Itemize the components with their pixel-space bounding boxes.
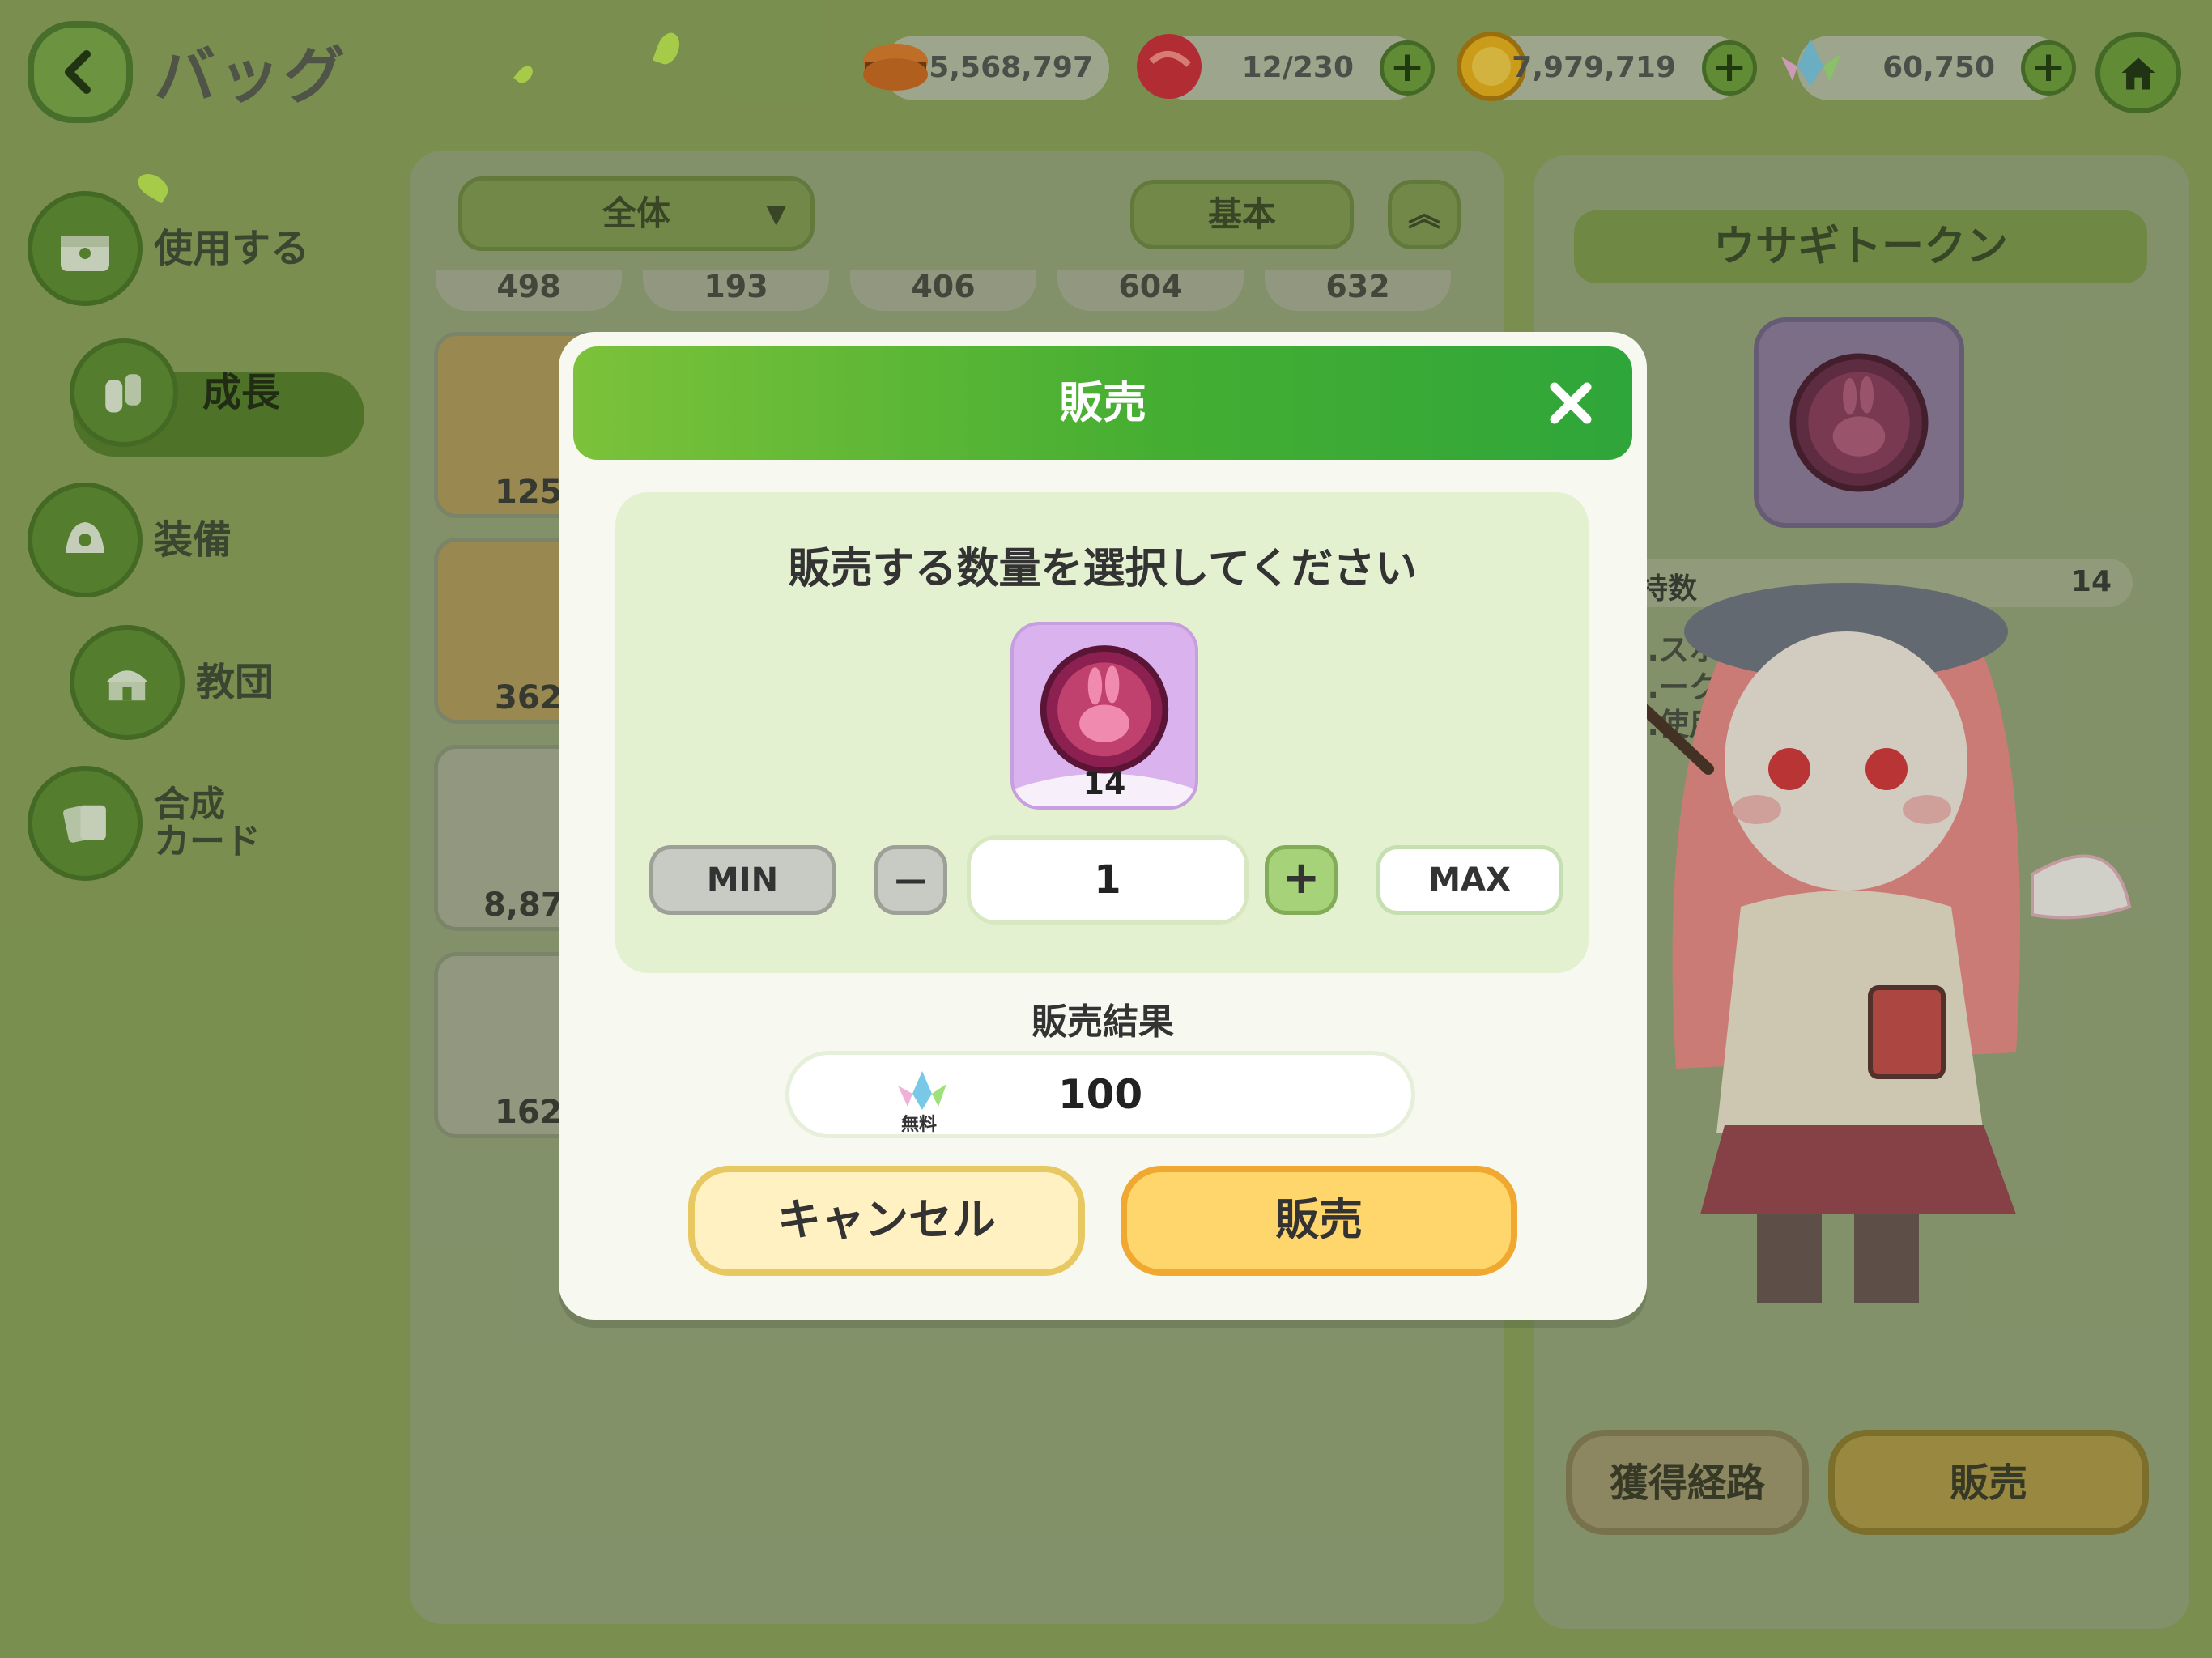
- currency-value: 12/230: [1241, 51, 1354, 84]
- close-icon[interactable]: [1546, 379, 1595, 427]
- candy-icon: [1137, 34, 1202, 99]
- result-label: 販売結果: [1032, 1001, 1174, 1043]
- filter-dropdown[interactable]: 全体 ▼: [458, 176, 815, 251]
- min-button[interactable]: MIN: [649, 845, 836, 915]
- currency-crystal: 60,750 +: [1781, 36, 2076, 100]
- item-count: 362: [495, 679, 563, 716]
- chevron-up-icon: ︽: [1408, 196, 1440, 233]
- minus-icon: —: [895, 861, 927, 899]
- add-crystal-button[interactable]: +: [2021, 40, 2076, 96]
- currency-value: 5,568,797: [929, 51, 1093, 84]
- costume-icon: [28, 483, 143, 597]
- card-icon: [28, 766, 143, 881]
- acquire-route-button[interactable]: 獲得経路: [1566, 1430, 1809, 1535]
- sidebar-item-label: 装備: [154, 517, 232, 563]
- sidebar-item-cult[interactable]: 教団: [70, 625, 274, 740]
- leaf-decoration: [513, 62, 536, 87]
- item-count-cell: 498: [436, 270, 622, 311]
- sell-button[interactable]: 販売: [1121, 1166, 1517, 1276]
- dialog-title: 販売: [1059, 377, 1146, 428]
- item-tile: 14: [1010, 622, 1198, 810]
- sort-label: 基本: [1207, 194, 1276, 234]
- detail-item-icon: [1754, 317, 1964, 528]
- back-button[interactable]: [28, 21, 133, 123]
- dialog-header: 販売: [573, 346, 1632, 460]
- sort-order-button[interactable]: ︽: [1388, 180, 1461, 249]
- detail-sell-button[interactable]: 販売: [1828, 1430, 2149, 1535]
- mascot-character: [1579, 583, 2132, 1303]
- leaf-decoration: [652, 29, 684, 68]
- result-value: 100: [1057, 1071, 1143, 1118]
- currency-value: 60,750: [1882, 51, 1995, 84]
- increment-button[interactable]: +: [1265, 845, 1338, 915]
- item-tile-count: 14: [1083, 766, 1126, 801]
- decrement-button[interactable]: —: [874, 845, 947, 915]
- item-count: 8,87: [483, 886, 564, 924]
- potion-icon: [70, 338, 178, 447]
- item-count-cell: 632: [1265, 270, 1451, 311]
- sidebar-item-label: 使用する: [154, 226, 310, 271]
- currency-cookie: 5,568,797: [863, 36, 1109, 100]
- sell-dialog: 販売 販売する数量を選択してください 14 MIN — 1 + MAX 販売結果…: [559, 332, 1647, 1320]
- currency-candy: 12/230 +: [1137, 34, 1435, 100]
- crystal-icon: [1781, 39, 1841, 86]
- sidebar-item-label: 教団: [196, 660, 274, 705]
- rabbit-token-icon: [1789, 353, 1929, 492]
- item-count-cell: 193: [643, 270, 829, 311]
- plus-icon: +: [1282, 852, 1321, 904]
- detail-title: ウサギトークン: [1574, 210, 2147, 283]
- item-count-cell: 604: [1057, 270, 1244, 311]
- sidebar-item-synthesis-card[interactable]: 合成 カード: [28, 766, 261, 881]
- chest-icon: [28, 191, 143, 306]
- home-icon: [2121, 57, 2155, 90]
- home-button[interactable]: [2095, 32, 2181, 113]
- cookie-icon: [863, 44, 928, 91]
- add-gold-button[interactable]: +: [1702, 40, 1757, 96]
- cancel-button[interactable]: キャンセル: [688, 1166, 1085, 1276]
- sidebar-item-label: 合成 カード: [154, 784, 261, 862]
- temple-icon: [70, 625, 185, 740]
- sort-button[interactable]: 基本: [1130, 180, 1354, 249]
- chevron-left-icon: [65, 50, 91, 94]
- sidebar-item-use[interactable]: 使用する: [28, 191, 309, 306]
- quantity-prompt: 販売する数量を選択してください: [788, 545, 1418, 593]
- item-count-cell: 406: [850, 270, 1036, 311]
- filter-label: 全体: [602, 193, 670, 233]
- quantity-input[interactable]: 1: [967, 835, 1249, 925]
- sidebar-item-label: 成長: [202, 370, 281, 415]
- currency-gold: 7,979,719 +: [1457, 32, 1757, 101]
- max-button[interactable]: MAX: [1376, 845, 1563, 915]
- sidebar-item-equip[interactable]: 装備: [28, 483, 232, 597]
- item-count: 125: [495, 474, 563, 511]
- page-title: バッグ: [154, 40, 348, 112]
- currency-value: 7,979,719: [1512, 51, 1676, 84]
- chevron-down-icon: ▼: [766, 198, 786, 229]
- add-candy-button[interactable]: +: [1380, 40, 1435, 96]
- sidebar-item-growth[interactable]: 成長: [70, 338, 280, 447]
- item-count: 162: [495, 1094, 563, 1131]
- result-box: 無料 100: [785, 1051, 1415, 1138]
